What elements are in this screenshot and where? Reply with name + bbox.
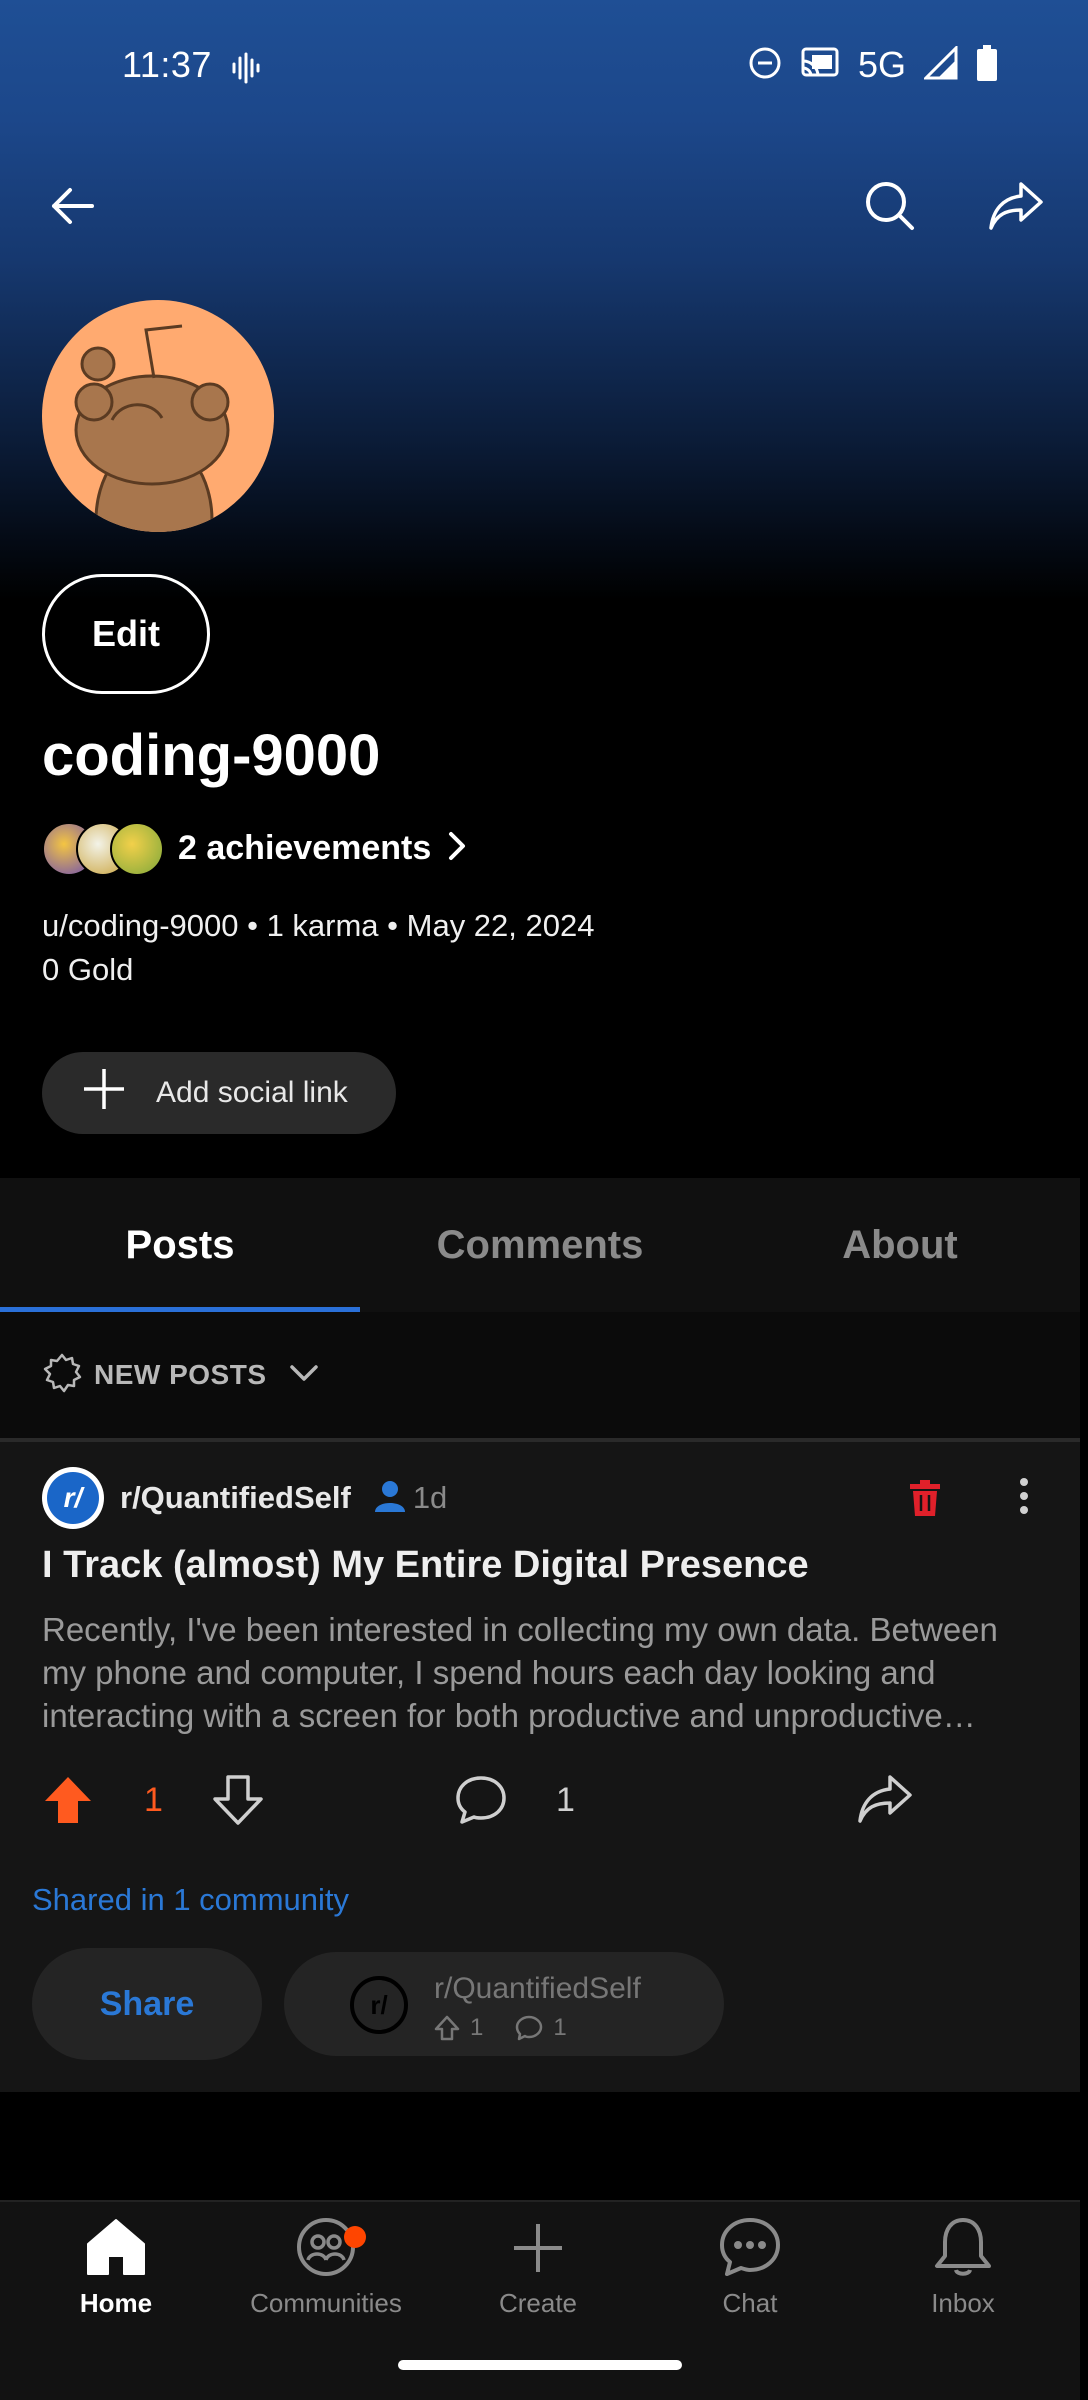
battery-icon (976, 44, 998, 86)
achievement-badge-icon (110, 822, 164, 876)
comment-bubble-icon (456, 1776, 506, 1824)
network-type: 5G (857, 44, 906, 85)
search-icon (866, 182, 914, 230)
achievement-badges (42, 818, 168, 878)
comment-bubble-icon (516, 2015, 543, 2041)
nav-create-label: Create (498, 2288, 578, 2318)
comment-count-value: 1 (556, 1780, 575, 1819)
profile-gold-line: 0 Gold (42, 952, 134, 987)
chevron-right-icon (447, 831, 467, 866)
share-profile-button[interactable] (976, 166, 1056, 246)
add-social-link-label: Add social link (156, 1076, 348, 1109)
cast-icon (800, 46, 840, 85)
gesture-home-indicator[interactable] (398, 2360, 682, 2370)
nav-home[interactable]: Home (26, 2216, 206, 2346)
nav-inbox-label: Inbox (931, 2288, 995, 2318)
upvote-icon (434, 2015, 460, 2041)
profile-display-name: coding-9000 (42, 723, 381, 788)
post-actions: 1 1 (0, 1760, 1080, 1840)
snoo-avatar-icon (74, 324, 230, 532)
comment-count: 1 (556, 1760, 575, 1840)
audio-wave-icon (230, 52, 262, 89)
back-button[interactable] (32, 166, 112, 246)
user-icon (373, 1480, 407, 1517)
achievements-label: 2 achievements (178, 828, 432, 867)
nav-communities-label: Communities (250, 2288, 402, 2318)
nav-chat-label: Chat (722, 2288, 778, 2318)
communities-icon (297, 2218, 355, 2276)
status-time: 11:37 (122, 44, 212, 85)
upvote-filled-icon (45, 1777, 91, 1823)
shared-in-community-label[interactable]: Shared in 1 community (32, 1882, 349, 1918)
post-header: r/ r/QuantifiedSelf 1d (42, 1466, 447, 1530)
upvote-count: 1 (144, 1760, 163, 1840)
sort-label: NEW POSTS (94, 1359, 267, 1390)
nav-create[interactable]: Create (448, 2216, 628, 2346)
post-body-preview[interactable]: Recently, I've been interested in collec… (42, 1608, 1042, 1737)
achievements-link[interactable]: 2 achievements (42, 818, 467, 878)
edit-profile-button[interactable]: Edit (42, 574, 210, 694)
tab-posts[interactable]: Posts (0, 1178, 360, 1312)
chevron-down-icon (289, 1363, 319, 1388)
plus-icon (82, 1067, 126, 1119)
avatar[interactable] (42, 300, 274, 532)
sort-selector[interactable]: NEW POSTS (0, 1312, 1080, 1438)
plus-icon (514, 2224, 562, 2272)
downvote-button[interactable] (212, 1760, 264, 1840)
notification-dot (344, 2226, 366, 2248)
share-post-button[interactable] (856, 1760, 914, 1840)
crosspost-subreddit: r/QuantifiedSelf (434, 1972, 641, 2005)
crosspost-upvotes: 1 (470, 2014, 484, 2041)
post-age: 1d (412, 1480, 448, 1515)
profile-meta-line: u/coding-9000 • 1 karma • May 22, 2024 (42, 908, 595, 943)
post-title[interactable]: I Track (almost) My Entire Digital Prese… (42, 1544, 1042, 1587)
profile-tabs: Posts Comments About (0, 1178, 1080, 1312)
nav-home-label: Home (79, 2288, 153, 2318)
nav-inbox[interactable]: Inbox (873, 2216, 1053, 2346)
profile-meta: u/coding-9000 • 1 karma • May 22, 2024 0… (42, 904, 594, 992)
share-arrow-icon (858, 1775, 912, 1823)
delete-icon[interactable] (910, 1480, 940, 1521)
upvote-button[interactable] (42, 1760, 94, 1840)
crosspost-stats: 1 1 (434, 2014, 567, 2042)
tab-about[interactable]: About (720, 1178, 1080, 1312)
subreddit-logo-icon: r/ (350, 1976, 408, 2034)
do-not-disturb-icon (748, 46, 782, 85)
nav-chat[interactable]: Chat (660, 2216, 840, 2346)
bottom-navigation: Home Communities Create Chat Inbox (0, 2200, 1080, 2400)
insights-button[interactable] (988, 1760, 1038, 1840)
comments-button[interactable] (454, 1760, 508, 1840)
subreddit-logo-icon: r/ (47, 1472, 99, 1524)
status-bar: 11:37 5G (0, 0, 1088, 134)
bar-chart-icon (990, 1779, 1036, 1824)
upvote-count-value: 1 (144, 1780, 163, 1819)
crosspost-comments: 1 (553, 2014, 567, 2041)
share-arrow-icon (989, 182, 1043, 230)
crosspost-chip[interactable]: r/ r/QuantifiedSelf 1 1 (284, 1952, 724, 2056)
tab-comments[interactable]: Comments (360, 1178, 720, 1312)
chat-icon (720, 2218, 780, 2276)
nav-communities[interactable]: Communities (236, 2216, 416, 2346)
add-social-link-button[interactable]: Add social link (42, 1052, 396, 1134)
new-burst-icon (42, 1353, 82, 1398)
subreddit-avatar[interactable]: r/ (42, 1467, 104, 1529)
signal-icon (922, 43, 958, 85)
share-to-community-button[interactable]: Share (32, 1948, 262, 2060)
arrow-left-icon (52, 188, 94, 224)
post-card[interactable]: r/ r/QuantifiedSelf 1d I Track (almost) … (0, 1442, 1080, 2092)
bell-icon (935, 2218, 991, 2276)
more-options-icon[interactable] (1014, 1476, 1034, 1521)
downvote-icon (213, 1775, 263, 1825)
subreddit-name[interactable]: r/QuantifiedSelf (120, 1480, 351, 1516)
home-icon (87, 2219, 145, 2275)
status-icons: 5G (748, 43, 998, 86)
search-button[interactable] (850, 166, 930, 246)
